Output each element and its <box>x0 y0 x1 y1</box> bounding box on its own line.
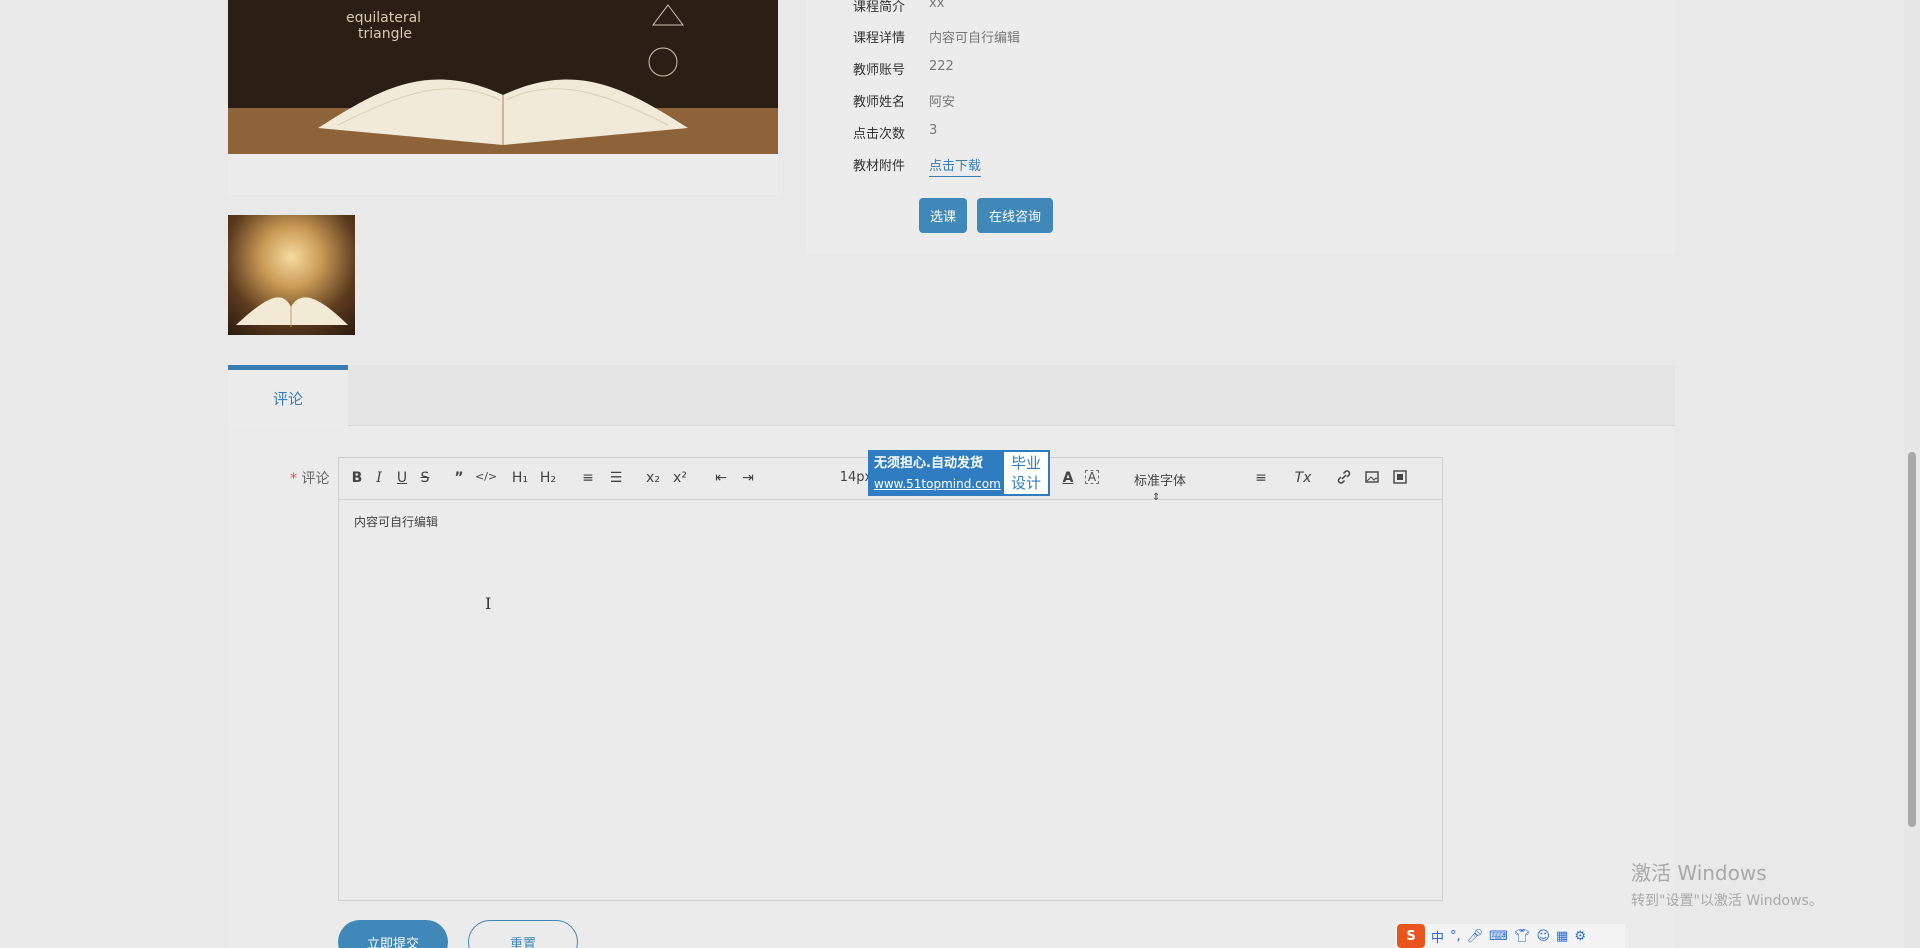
course-thumbnail[interactable] <box>228 215 355 335</box>
info-value: xx <box>929 0 945 11</box>
text-cursor-icon: I <box>485 594 492 613</box>
ad-tag-line2: 设计 <box>1010 474 1041 492</box>
select-course-button[interactable]: 选课 <box>919 198 967 233</box>
comment-label-text: 评论 <box>301 471 330 487</box>
online-consult-button[interactable]: 在线咨询 <box>977 198 1053 233</box>
comments-section: 评论 * 评论 B I U S ” </> H₁ H₂ ≡ ☰ x₂ x² ⇤ … <box>228 365 1675 948</box>
info-value: 222 <box>929 59 954 74</box>
grid-icon[interactable]: ▦ <box>1556 929 1568 944</box>
ad-text: 无须担心.自动发货 www.51topmind.com <box>870 452 1004 494</box>
scrollbar-thumb[interactable] <box>1908 452 1916 827</box>
ad-line2: www.51topmind.com <box>874 477 1001 491</box>
underline-button[interactable]: U <box>392 470 412 486</box>
ime-punct-toggle[interactable]: °, <box>1450 929 1461 944</box>
hero-text-2: triangle <box>358 26 412 42</box>
indent-button[interactable]: ⇥ <box>738 470 758 486</box>
course-info-panel: 课程简介 xx 课程详情 内容可自行编辑 教师账号 222 教师姓名 阿安 点击… <box>807 0 1675 254</box>
info-value: 3 <box>929 123 938 138</box>
download-link[interactable]: 点击下载 <box>929 155 982 177</box>
reset-button[interactable]: 重置 <box>468 920 578 948</box>
info-row-clicks: 点击次数 3 <box>853 123 937 142</box>
ad-line1: 无须担心.自动发货 <box>874 456 983 471</box>
course-main-image-frame: equilateral triangle <box>228 0 778 195</box>
info-value: 阿安 <box>929 95 956 110</box>
info-row-attachment: 教材附件 点击下载 <box>853 155 982 177</box>
info-label: 教师账号 <box>853 63 906 78</box>
info-label: 教材附件 <box>853 159 906 174</box>
microphone-icon[interactable]: 🎤︎ <box>1467 929 1484 944</box>
info-value: 内容可自行编辑 <box>929 31 1021 46</box>
code-button[interactable]: </> <box>475 470 497 483</box>
subscript-button[interactable]: x₂ <box>643 470 663 486</box>
info-label: 课程简介 <box>853 0 906 15</box>
text-color-button[interactable]: A <box>1058 470 1078 486</box>
ad-tag-line1: 毕业 <box>1010 454 1041 472</box>
italic-button[interactable]: I <box>369 470 389 486</box>
select-arrow-icon: ⇕ <box>1152 492 1161 503</box>
h2-button[interactable]: H₂ <box>538 470 558 486</box>
rich-text-editor: B I U S ” </> H₁ H₂ ≡ ☰ x₂ x² ⇤ ⇥ 14px A… <box>338 457 1443 901</box>
info-row-teacher-account: 教师账号 222 <box>853 59 954 78</box>
clean-format-button[interactable]: Tx <box>1293 470 1313 486</box>
robot-icon[interactable]: ☺ <box>1536 929 1550 944</box>
info-row-teacher-name: 教师姓名 阿安 <box>853 91 955 110</box>
font-family-select[interactable]: 标准字体 ⇕ <box>1134 470 1214 504</box>
bullet-list-button[interactable]: ☰ <box>606 470 626 486</box>
submit-button[interactable]: 立即提交 <box>338 920 448 948</box>
font-family-value: 标准字体 <box>1134 474 1187 489</box>
info-label: 点击次数 <box>853 127 906 142</box>
superscript-button[interactable]: x² <box>670 470 690 486</box>
info-row-detail: 课程详情 内容可自行编辑 <box>853 27 1020 46</box>
info-label: 课程详情 <box>853 31 906 46</box>
image-icon[interactable] <box>1362 470 1382 488</box>
settings-icon[interactable]: ⚙ <box>1574 929 1586 944</box>
bg-color-button[interactable]: A <box>1085 470 1099 484</box>
h1-button[interactable]: H₁ <box>510 470 530 486</box>
ordered-list-button[interactable]: ≡ <box>578 470 598 486</box>
align-button[interactable]: ≡ <box>1251 470 1271 486</box>
watermark-subtitle: 转到"设置"以激活 Windows。 <box>1631 893 1823 909</box>
outdent-button[interactable]: ⇤ <box>711 470 731 486</box>
tab-bar: 评论 <box>228 365 1675 426</box>
video-icon[interactable] <box>1390 470 1410 488</box>
info-label: 教师姓名 <box>853 95 906 110</box>
course-main-image: equilateral triangle <box>228 0 778 154</box>
info-row-intro: 课程简介 xx <box>853 0 944 15</box>
sogou-logo-icon[interactable]: S <box>1397 924 1425 948</box>
tab-comments[interactable]: 评论 <box>228 365 348 426</box>
page-scrollbar[interactable] <box>1904 0 1920 948</box>
bold-button[interactable]: B <box>347 470 367 486</box>
ad-banner[interactable]: 无须担心.自动发货 www.51topmind.com 毕业 设计 <box>868 450 1050 496</box>
required-mark: * <box>290 471 297 487</box>
ime-toolbar[interactable]: S 中 °, 🎤︎ ⌨ 👕︎ ☺ ▦ ⚙ <box>1395 924 1625 948</box>
link-icon[interactable] <box>1334 470 1354 488</box>
strike-button[interactable]: S <box>415 470 435 486</box>
keyboard-icon[interactable]: ⌨ <box>1489 929 1508 944</box>
comment-label: * 评论 <box>290 468 329 488</box>
hero-text-1: equilateral <box>346 10 421 26</box>
editor-content[interactable]: 内容可自行编辑 <box>354 513 438 530</box>
ad-tag: 毕业 设计 <box>1004 452 1048 494</box>
skin-icon[interactable]: 👕︎ <box>1514 929 1531 944</box>
windows-activation-watermark: 激活 Windows 转到"设置"以激活 Windows。 <box>1631 857 1823 910</box>
quote-button[interactable]: ” <box>449 470 469 486</box>
ime-lang-toggle[interactable]: 中 <box>1431 927 1444 946</box>
watermark-title: 激活 Windows <box>1631 861 1767 885</box>
